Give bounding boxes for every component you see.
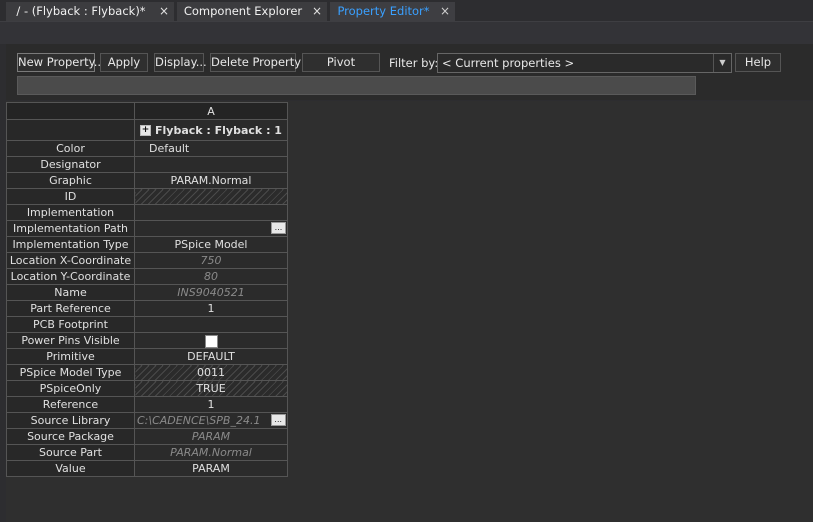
row-header[interactable]: Designator: [6, 156, 135, 173]
tab-label: / - (Flyback : Flyback)*: [16, 4, 146, 18]
power-pins-visible-cell[interactable]: [134, 332, 288, 349]
tab-label: Property Editor*: [337, 4, 430, 18]
row-header[interactable]: Part Reference: [6, 300, 135, 317]
tab-component-explorer[interactable]: Component Explorer ×: [177, 2, 327, 21]
header-band: [0, 22, 813, 44]
value-cell-readonly: 0011: [134, 364, 288, 381]
value-cell[interactable]: DEFAULT: [134, 348, 288, 365]
tab-label: Component Explorer: [183, 4, 303, 18]
power-pins-visible-checkbox[interactable]: [204, 334, 218, 348]
part-row-header: [6, 119, 135, 141]
row-header[interactable]: PCB Footprint: [6, 316, 135, 333]
value-cell[interactable]: 1: [134, 300, 288, 317]
row-header[interactable]: Location Y-Coordinate: [6, 268, 135, 285]
value-cell[interactable]: 80: [134, 268, 288, 285]
close-icon[interactable]: ×: [158, 2, 170, 21]
value-cell[interactable]: PARAM: [134, 428, 288, 445]
value-cell[interactable]: Default: [134, 140, 288, 157]
filter-selected-value: < Current properties >: [442, 56, 575, 70]
value-cell-readonly: [134, 188, 288, 205]
value-edit-bar[interactable]: [17, 76, 696, 95]
value-cell[interactable]: [134, 156, 288, 173]
value-text: C:\CADENCE\SPB_24.1: [137, 414, 261, 427]
row-header[interactable]: ID: [6, 188, 135, 205]
value-cell-readonly: TRUE: [134, 380, 288, 397]
apply-button[interactable]: Apply: [100, 53, 148, 72]
filter-dropdown[interactable]: < Current properties > ▼: [437, 53, 732, 73]
row-header[interactable]: Graphic: [6, 172, 135, 189]
row-header[interactable]: Source Part: [6, 444, 135, 461]
implementation-path-cell[interactable]: ...: [134, 220, 288, 237]
source-library-cell[interactable]: C:\CADENCE\SPB_24.1 ...: [134, 412, 288, 429]
browse-button[interactable]: ...: [271, 414, 286, 426]
part-title: Flyback : Flyback : 1: [155, 123, 282, 137]
value-cell[interactable]: PARAM: [134, 460, 288, 477]
column-header-a[interactable]: A: [134, 102, 288, 120]
document-tab-bar: / - (Flyback : Flyback)* × Component Exp…: [0, 0, 813, 22]
row-header[interactable]: Color: [6, 140, 135, 157]
close-icon[interactable]: ×: [439, 2, 451, 21]
value-cell[interactable]: [134, 316, 288, 333]
tab-property-editor[interactable]: Property Editor* ×: [330, 2, 455, 21]
row-header[interactable]: Power Pins Visible: [6, 332, 135, 349]
row-header[interactable]: Value: [6, 460, 135, 477]
row-header[interactable]: Name: [6, 284, 135, 301]
row-header[interactable]: Primitive: [6, 348, 135, 365]
value-cell[interactable]: [134, 204, 288, 221]
row-header[interactable]: Implementation Path: [6, 220, 135, 237]
row-header[interactable]: Location X-Coordinate: [6, 252, 135, 269]
row-header[interactable]: Implementation: [6, 204, 135, 221]
value-cell[interactable]: PARAM.Normal: [134, 172, 288, 189]
expand-plus-icon[interactable]: +: [140, 125, 151, 136]
value-cell[interactable]: PARAM.Normal: [134, 444, 288, 461]
row-header[interactable]: Reference: [6, 396, 135, 413]
delete-property-button[interactable]: Delete Property: [210, 53, 301, 72]
browse-button[interactable]: ...: [271, 222, 286, 234]
chevron-down-icon[interactable]: ▼: [713, 54, 731, 72]
row-header[interactable]: Implementation Type: [6, 236, 135, 253]
pivot-button[interactable]: Pivot: [302, 53, 380, 72]
display-button[interactable]: Display...: [154, 53, 207, 72]
part-title-cell[interactable]: + Flyback : Flyback : 1: [134, 119, 288, 141]
property-grid: A + Flyback : Flyback : 1 Color Default D…: [6, 102, 288, 477]
value-cell[interactable]: INS9040521: [134, 284, 288, 301]
help-button[interactable]: Help: [735, 53, 781, 72]
grid-corner: [6, 102, 135, 120]
row-header[interactable]: PSpice Model Type: [6, 364, 135, 381]
tab-flyback-schematic[interactable]: / - (Flyback : Flyback)* ×: [6, 2, 174, 21]
value-cell[interactable]: 1: [134, 396, 288, 413]
row-header[interactable]: Source Package: [6, 428, 135, 445]
filter-label: Filter by:: [389, 56, 439, 70]
close-icon[interactable]: ×: [311, 2, 323, 21]
value-cell[interactable]: 750: [134, 252, 288, 269]
row-header[interactable]: PSpiceOnly: [6, 380, 135, 397]
new-property-button[interactable]: New Property...: [17, 53, 105, 72]
row-header[interactable]: Source Library: [6, 412, 135, 429]
value-cell[interactable]: PSpice Model: [134, 236, 288, 253]
